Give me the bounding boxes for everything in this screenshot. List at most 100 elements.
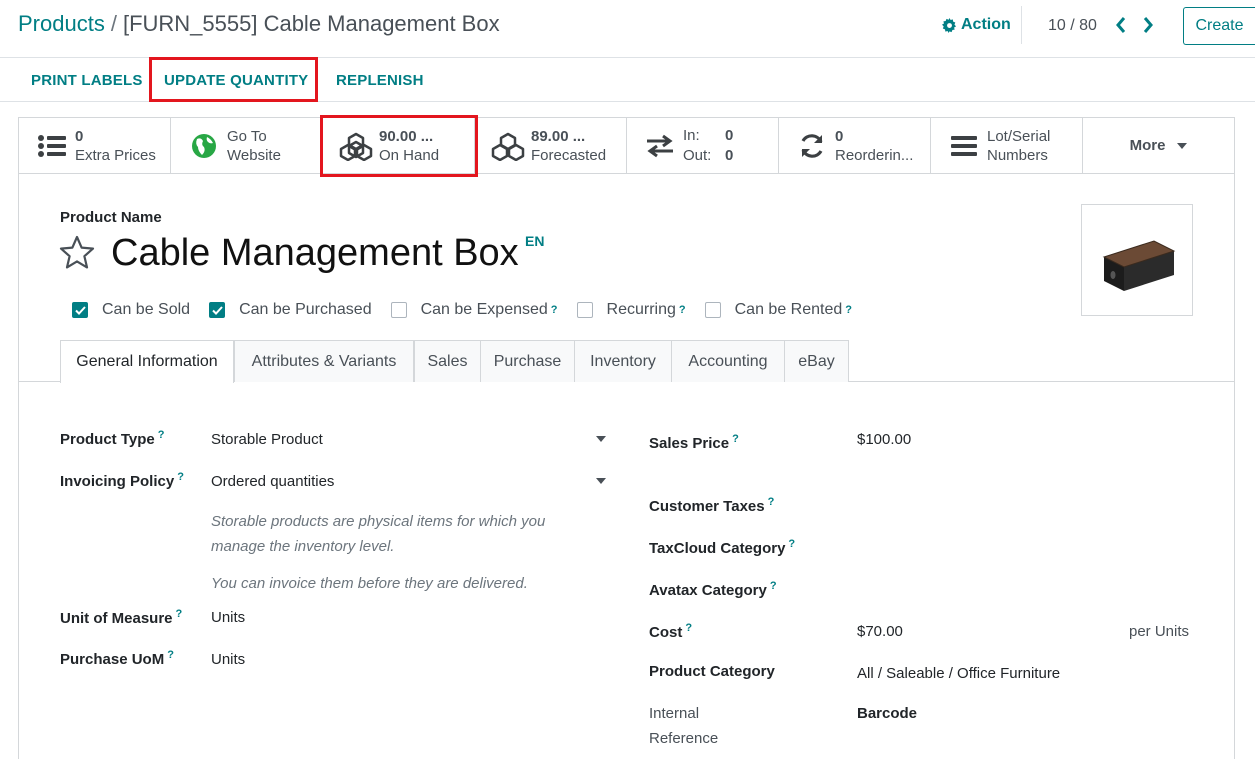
tab-general-information[interactable]: General Information bbox=[60, 340, 234, 383]
product-type-select[interactable]: Storable Product bbox=[211, 431, 611, 448]
checkbox-box[interactable] bbox=[704, 302, 721, 318]
help-tooltip-icon[interactable]: ? bbox=[167, 649, 174, 661]
recurring-checkbox[interactable]: Recurring? bbox=[576, 301, 686, 319]
breadcrumb-products-link[interactable]: Products bbox=[18, 11, 105, 36]
globe-icon bbox=[192, 133, 216, 158]
extra-prices-value: 0 bbox=[75, 127, 84, 145]
sales-price-field[interactable]: $100.00 bbox=[857, 431, 911, 448]
caret-down-icon[interactable] bbox=[596, 436, 606, 442]
caret-down-icon bbox=[1177, 142, 1188, 149]
bars-icon bbox=[951, 135, 977, 156]
internal-reference-label-line1: Internal bbox=[649, 705, 700, 722]
checkbox-box[interactable] bbox=[576, 302, 593, 318]
check-icon bbox=[211, 305, 223, 315]
tab-purchase[interactable]: Purchase bbox=[480, 340, 575, 382]
customer-taxes-label: Customer Taxes? bbox=[649, 496, 775, 515]
purchase-uom-label: Purchase UoM? bbox=[60, 649, 174, 668]
website-line2: Website bbox=[227, 146, 281, 164]
tab-attributes-variants[interactable]: Attributes & Variants bbox=[234, 340, 414, 382]
list-icon bbox=[38, 134, 66, 157]
invoicing-policy-select[interactable]: Ordered quantities bbox=[211, 473, 611, 490]
breadcrumb: Products / [FURN_5555] Cable Management Bo… bbox=[18, 11, 500, 37]
action-menu-button[interactable]: Action bbox=[942, 16, 1011, 34]
in-label: In: bbox=[683, 126, 700, 144]
help-tooltip-icon[interactable]: ? bbox=[768, 496, 775, 508]
tab-accounting[interactable]: Accounting bbox=[671, 340, 785, 382]
notebook-tabs: General Information Attributes & Variant… bbox=[19, 340, 1234, 383]
create-button[interactable]: Create bbox=[1183, 7, 1255, 45]
go-to-website-button[interactable]: Go To Website bbox=[171, 118, 323, 173]
more-dropdown-button[interactable]: More bbox=[1083, 118, 1234, 173]
recurring-label: Recurring bbox=[606, 301, 676, 318]
cable-box-image bbox=[1102, 240, 1176, 291]
product-category-label: Product Category bbox=[649, 663, 775, 680]
checkbox-box[interactable] bbox=[209, 302, 226, 318]
checkbox-box[interactable] bbox=[72, 302, 88, 318]
invoicing-policy-label: Invoicing Policy? bbox=[60, 471, 184, 490]
help-tooltip-icon[interactable]: ? bbox=[176, 608, 183, 620]
product-name-input[interactable]: Cable Management Box bbox=[111, 232, 519, 275]
help-tooltip-icon[interactable]: ? bbox=[177, 471, 184, 483]
avatax-category-label: Avatax Category? bbox=[649, 580, 777, 599]
help-tooltip-icon[interactable]: ? bbox=[770, 580, 777, 592]
help-tooltip-icon[interactable]: ? bbox=[732, 433, 739, 445]
pager-previous-button[interactable] bbox=[1114, 14, 1128, 36]
lots-line2: Numbers bbox=[987, 146, 1048, 164]
product-name-label: Product Name bbox=[60, 209, 162, 226]
translate-button[interactable]: EN bbox=[525, 233, 544, 249]
product-image[interactable] bbox=[1081, 204, 1193, 316]
header-divider bbox=[1021, 6, 1022, 44]
product-type-help-line2: manage the inventory level. bbox=[211, 538, 395, 555]
forecasted-label: Forecasted bbox=[531, 146, 607, 164]
tab-ebay[interactable]: eBay bbox=[784, 340, 849, 382]
more-label: More bbox=[1129, 137, 1166, 154]
in-out-button[interactable]: In: 0 Out: 0 bbox=[627, 118, 779, 173]
reordering-value: 0 bbox=[835, 127, 844, 145]
breadcrumb-separator: / bbox=[110, 11, 117, 36]
help-tooltip-icon[interactable]: ? bbox=[551, 304, 558, 316]
reordering-rules-button[interactable]: 0 Reorderin... bbox=[779, 118, 931, 173]
help-tooltip-icon[interactable]: ? bbox=[685, 622, 692, 634]
can-be-purchased-checkbox[interactable]: Can be Purchased bbox=[209, 301, 372, 319]
sales-price-label: Sales Price? bbox=[649, 433, 739, 452]
barcode-label: Barcode bbox=[857, 705, 918, 722]
help-tooltip-icon[interactable]: ? bbox=[158, 429, 165, 441]
purchase-uom-field[interactable]: Units bbox=[211, 651, 245, 668]
product-category-field[interactable]: All / Saleable / Office Furniture bbox=[857, 665, 1060, 682]
chevron-right-icon bbox=[1143, 17, 1153, 33]
cost-unit-text: per Units bbox=[1129, 623, 1190, 640]
reordering-label: Reorderin... bbox=[835, 146, 914, 164]
check-icon bbox=[74, 305, 86, 315]
replenish-button[interactable]: REPLENISH bbox=[336, 72, 424, 89]
website-line1: Go To bbox=[227, 127, 267, 145]
pager-next-button[interactable] bbox=[1141, 14, 1155, 36]
can-be-expensed-checkbox[interactable]: Can be Expensed? bbox=[390, 301, 558, 319]
extra-prices-button[interactable]: 0 Extra Prices bbox=[19, 118, 171, 173]
can-be-purchased-label: Can be Purchased bbox=[239, 301, 372, 318]
action-label: Action bbox=[961, 16, 1011, 33]
caret-down-icon[interactable] bbox=[596, 478, 606, 484]
checkbox-box[interactable] bbox=[390, 302, 407, 318]
unit-of-measure-label: Unit of Measure? bbox=[60, 608, 183, 627]
gear-icon bbox=[942, 17, 957, 33]
print-labels-button[interactable]: PRINT LABELS bbox=[31, 72, 143, 89]
cost-field[interactable]: $70.00 bbox=[857, 623, 903, 640]
help-tooltip-icon[interactable]: ? bbox=[788, 538, 795, 550]
cost-label: Cost? bbox=[649, 622, 693, 641]
can-be-expensed-label: Can be Expensed bbox=[420, 301, 548, 318]
help-tooltip-icon[interactable]: ? bbox=[679, 304, 686, 316]
help-tooltip-icon[interactable]: ? bbox=[845, 304, 852, 316]
pager-value[interactable]: 10 / 80 bbox=[1048, 17, 1097, 35]
lot-serial-numbers-button[interactable]: Lot/Serial Numbers bbox=[931, 118, 1083, 173]
unit-of-measure-field[interactable]: Units bbox=[211, 609, 245, 626]
invoicing-help: You can invoice them before they are del… bbox=[211, 575, 528, 592]
out-value: 0 bbox=[725, 146, 734, 164]
tab-sales[interactable]: Sales bbox=[414, 340, 481, 382]
can-be-sold-checkbox[interactable]: Can be Sold bbox=[72, 301, 190, 319]
product-type-help-line1: Storable products are physical items for… bbox=[211, 513, 546, 530]
out-label: Out: bbox=[683, 146, 712, 164]
favorite-toggle[interactable] bbox=[59, 235, 95, 269]
tab-inventory[interactable]: Inventory bbox=[574, 340, 672, 382]
can-be-rented-checkbox[interactable]: Can be Rented? bbox=[704, 301, 852, 319]
forecasted-button[interactable]: 89.00 ... Forecasted bbox=[475, 118, 627, 173]
